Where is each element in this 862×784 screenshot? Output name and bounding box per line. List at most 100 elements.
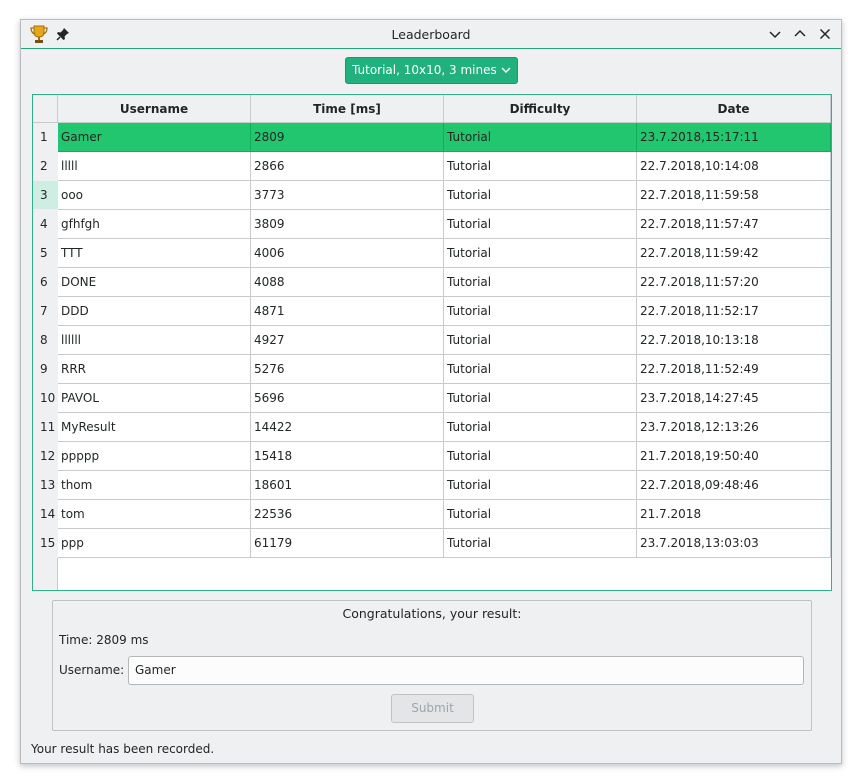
difficulty-select[interactable]: Tutorial, 10x10, 3 mines [345,57,518,84]
cell-time[interactable]: 5276 [251,355,444,384]
column-header-time[interactable]: Time [ms] [251,95,444,123]
cell-username[interactable]: ppp [58,529,251,558]
table-row[interactable]: 3 ooo 3773 Tutorial 22.7.2018,11:59:58 [33,181,831,210]
cell-time[interactable]: 22536 [251,500,444,529]
cell-date[interactable]: 21.7.2018,19:50:40 [637,442,831,471]
cell-time[interactable]: 4927 [251,326,444,355]
row-number[interactable]: 4 [33,210,58,239]
cell-date[interactable]: 23.7.2018,15:17:11 [637,123,831,152]
cell-difficulty[interactable]: Tutorial [444,384,637,413]
cell-username[interactable]: gfhfgh [58,210,251,239]
cell-difficulty[interactable]: Tutorial [444,413,637,442]
cell-difficulty[interactable]: Tutorial [444,152,637,181]
cell-time[interactable]: 3773 [251,181,444,210]
cell-date[interactable]: 22.7.2018,11:57:20 [637,268,831,297]
row-number[interactable]: 12 [33,442,58,471]
cell-username[interactable]: DONE [58,268,251,297]
row-number[interactable]: 2 [33,152,58,181]
row-number[interactable]: 1 [33,123,58,152]
cell-time[interactable]: 4006 [251,239,444,268]
cell-time[interactable]: 2866 [251,152,444,181]
cell-username[interactable]: lllll [58,152,251,181]
row-number[interactable]: 6 [33,268,58,297]
cell-difficulty[interactable]: Tutorial [444,355,637,384]
table-row[interactable]: 6 DONE 4088 Tutorial 22.7.2018,11:57:20 [33,268,831,297]
row-number[interactable]: 3 [33,181,58,210]
table-row[interactable]: 15 ppp 61179 Tutorial 23.7.2018,13:03:03 [33,529,831,558]
row-number[interactable]: 10 [33,384,58,413]
cell-username[interactable]: DDD [58,297,251,326]
row-number[interactable]: 11 [33,413,58,442]
cell-difficulty[interactable]: Tutorial [444,326,637,355]
cell-date[interactable]: 22.7.2018,11:52:17 [637,297,831,326]
chevron-up-icon[interactable] [792,26,808,42]
cell-difficulty[interactable]: Tutorial [444,123,637,152]
submit-button[interactable]: Submit [391,694,474,723]
cell-date[interactable]: 22.7.2018,11:52:49 [637,355,831,384]
cell-username[interactable]: llllll [58,326,251,355]
row-number[interactable]: 14 [33,500,58,529]
cell-date[interactable]: 21.7.2018 [637,500,831,529]
cell-difficulty[interactable]: Tutorial [444,210,637,239]
cell-date[interactable]: 23.7.2018,14:27:45 [637,384,831,413]
table-row[interactable]: 13 thom 18601 Tutorial 22.7.2018,09:48:46 [33,471,831,500]
table-row[interactable]: 2 lllll 2866 Tutorial 22.7.2018,10:14:08 [33,152,831,181]
cell-time[interactable]: 15418 [251,442,444,471]
cell-difficulty[interactable]: Tutorial [444,239,637,268]
row-number[interactable]: 8 [33,326,58,355]
table-row[interactable]: 11 MyResult 14422 Tutorial 23.7.2018,12:13:2… [33,413,831,442]
cell-time[interactable]: 2809 [251,123,444,152]
cell-difficulty[interactable]: Tutorial [444,500,637,529]
cell-difficulty[interactable]: Tutorial [444,268,637,297]
table-row[interactable]: 9 RRR 5276 Tutorial 22.7.2018,11:52:49 [33,355,831,384]
username-input[interactable]: Gamer [128,656,804,685]
table-row[interactable]: 7 DDD 4871 Tutorial 22.7.2018,11:52:17 [33,297,831,326]
cell-date[interactable]: 22.7.2018,11:59:58 [637,181,831,210]
cell-username[interactable]: RRR [58,355,251,384]
close-icon[interactable] [817,26,833,42]
row-number[interactable]: 5 [33,239,58,268]
table-row[interactable]: 5 TTT 4006 Tutorial 22.7.2018,11:59:42 [33,239,831,268]
chevron-down-icon[interactable] [767,26,783,42]
table-row[interactable]: 8 llllll 4927 Tutorial 22.7.2018,10:13:18 [33,326,831,355]
column-header-username[interactable]: Username [58,95,251,123]
row-number[interactable]: 9 [33,355,58,384]
table-row[interactable]: 4 gfhfgh 3809 Tutorial 22.7.2018,11:57:47 [33,210,831,239]
leaderboard-table[interactable]: Username Time [ms] Difficulty Date 1 Game… [32,94,832,591]
cell-difficulty[interactable]: Tutorial [444,471,637,500]
cell-username[interactable]: Gamer [58,123,251,152]
table-row[interactable]: 1 Gamer 2809 Tutorial 23.7.2018,15:17:11 [33,123,831,152]
cell-date[interactable]: 22.7.2018,09:48:46 [637,471,831,500]
cell-date[interactable]: 22.7.2018,10:14:08 [637,152,831,181]
cell-username[interactable]: PAVOL [58,384,251,413]
cell-username[interactable]: ppppp [58,442,251,471]
cell-username[interactable]: ooo [58,181,251,210]
cell-time[interactable]: 3809 [251,210,444,239]
table-row[interactable]: 10 PAVOL 5696 Tutorial 23.7.2018,14:27:45 [33,384,831,413]
cell-time[interactable]: 14422 [251,413,444,442]
cell-time[interactable]: 18601 [251,471,444,500]
cell-time[interactable]: 61179 [251,529,444,558]
table-row[interactable]: 12 ppppp 15418 Tutorial 21.7.2018,19:50:40 [33,442,831,471]
cell-difficulty[interactable]: Tutorial [444,297,637,326]
row-number[interactable]: 15 [33,529,58,558]
cell-time[interactable]: 4871 [251,297,444,326]
cell-difficulty[interactable]: Tutorial [444,529,637,558]
column-header-date[interactable]: Date [637,95,831,123]
row-number[interactable]: 13 [33,471,58,500]
row-number[interactable]: 7 [33,297,58,326]
cell-date[interactable]: 23.7.2018,13:03:03 [637,529,831,558]
cell-date[interactable]: 23.7.2018,12:13:26 [637,413,831,442]
column-header-difficulty[interactable]: Difficulty [444,95,637,123]
cell-difficulty[interactable]: Tutorial [444,442,637,471]
table-row[interactable]: 14 tom 22536 Tutorial 21.7.2018 [33,500,831,529]
cell-date[interactable]: 22.7.2018,11:59:42 [637,239,831,268]
cell-date[interactable]: 22.7.2018,10:13:18 [637,326,831,355]
cell-username[interactable]: thom [58,471,251,500]
cell-username[interactable]: TTT [58,239,251,268]
cell-username[interactable]: tom [58,500,251,529]
cell-date[interactable]: 22.7.2018,11:57:47 [637,210,831,239]
cell-difficulty[interactable]: Tutorial [444,181,637,210]
cell-time[interactable]: 4088 [251,268,444,297]
cell-username[interactable]: MyResult [58,413,251,442]
